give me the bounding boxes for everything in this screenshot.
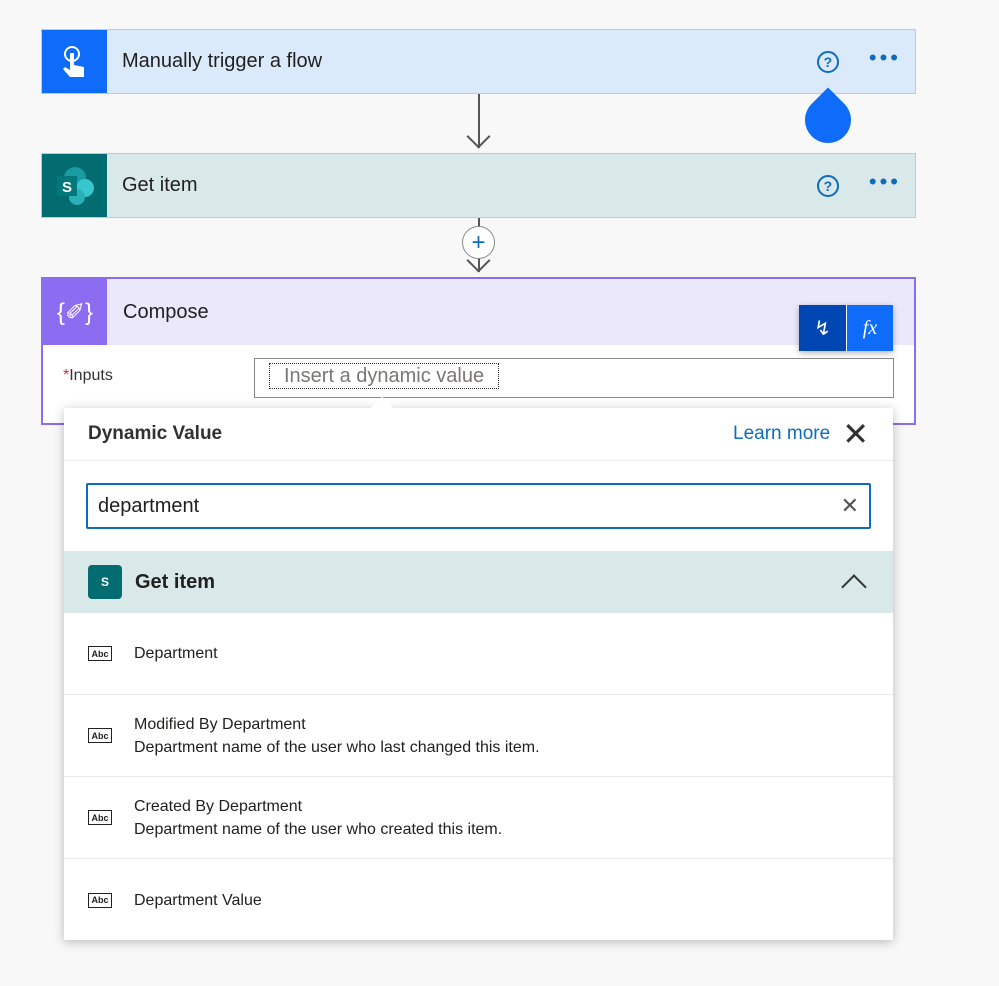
touch-hand-icon bbox=[42, 30, 107, 93]
list-item[interactable]: Abc Department Value bbox=[64, 859, 893, 941]
text-type-icon: Abc bbox=[88, 810, 112, 825]
group-header-get-item[interactable]: S Get item bbox=[64, 551, 893, 613]
insert-step-button[interactable]: + bbox=[462, 226, 495, 259]
more-options-icon[interactable]: ••• bbox=[869, 169, 901, 195]
item-description: Department name of the user who last cha… bbox=[134, 738, 540, 756]
clear-search-icon[interactable]: ✕ bbox=[841, 493, 859, 519]
dynamic-value-panel: Dynamic Value Learn more ✕ department ✕ … bbox=[64, 396, 893, 941]
inputs-label: Inputs bbox=[69, 367, 113, 384]
text-type-icon: Abc bbox=[88, 646, 112, 661]
list-item[interactable]: Abc Modified By Department Department name… bbox=[64, 695, 893, 777]
step-title: Manually trigger a flow bbox=[122, 50, 323, 72]
step-manual-trigger[interactable]: Manually trigger a flow ? ••• bbox=[41, 29, 916, 94]
close-icon[interactable]: ✕ bbox=[842, 418, 869, 450]
more-options-icon[interactable]: ••• bbox=[869, 45, 901, 71]
search-input[interactable]: department ✕ bbox=[86, 483, 871, 529]
dynamic-content-button[interactable]: ↯ bbox=[799, 305, 846, 351]
expression-button[interactable]: fx bbox=[846, 305, 893, 351]
item-title: Created By Department bbox=[134, 797, 303, 815]
list-item[interactable]: Abc Department bbox=[64, 613, 893, 695]
arrow-icon bbox=[466, 124, 491, 149]
chevron-up-icon[interactable] bbox=[841, 574, 867, 600]
panel-title: Dynamic Value bbox=[88, 423, 223, 444]
item-title: Modified By Department bbox=[134, 715, 306, 733]
learn-more-link[interactable]: Learn more bbox=[733, 423, 830, 445]
svg-text:S: S bbox=[61, 179, 71, 196]
sharepoint-icon: S bbox=[88, 565, 122, 599]
help-icon[interactable]: ? bbox=[816, 174, 839, 197]
list-item[interactable]: Abc Created By Department Department name … bbox=[64, 777, 893, 859]
drop-marker-icon bbox=[795, 87, 861, 153]
step-get-item[interactable]: S Get item ? ••• bbox=[41, 153, 916, 218]
inputs-placeholder: Insert a dynamic value bbox=[269, 363, 500, 389]
group-title: Get item bbox=[135, 570, 216, 593]
item-title: Department Value bbox=[134, 891, 262, 909]
search-value: department bbox=[98, 494, 200, 517]
step-title: Get item bbox=[122, 174, 198, 196]
item-description: Department name of the user who created … bbox=[134, 820, 503, 838]
text-type-icon: Abc bbox=[88, 728, 112, 743]
sharepoint-icon: S bbox=[42, 154, 107, 217]
step-compose[interactable]: {✐} Compose *Inputs Insert a dynamic val… bbox=[41, 277, 916, 425]
expression-toolbar: ↯ fx bbox=[799, 305, 893, 351]
inputs-field[interactable]: Insert a dynamic value bbox=[254, 358, 894, 398]
text-type-icon: Abc bbox=[88, 892, 112, 908]
step-title: Compose bbox=[123, 300, 209, 323]
help-icon[interactable]: ? bbox=[816, 50, 839, 73]
item-title: Department bbox=[134, 645, 218, 662]
compose-icon: {✐} bbox=[43, 279, 107, 345]
